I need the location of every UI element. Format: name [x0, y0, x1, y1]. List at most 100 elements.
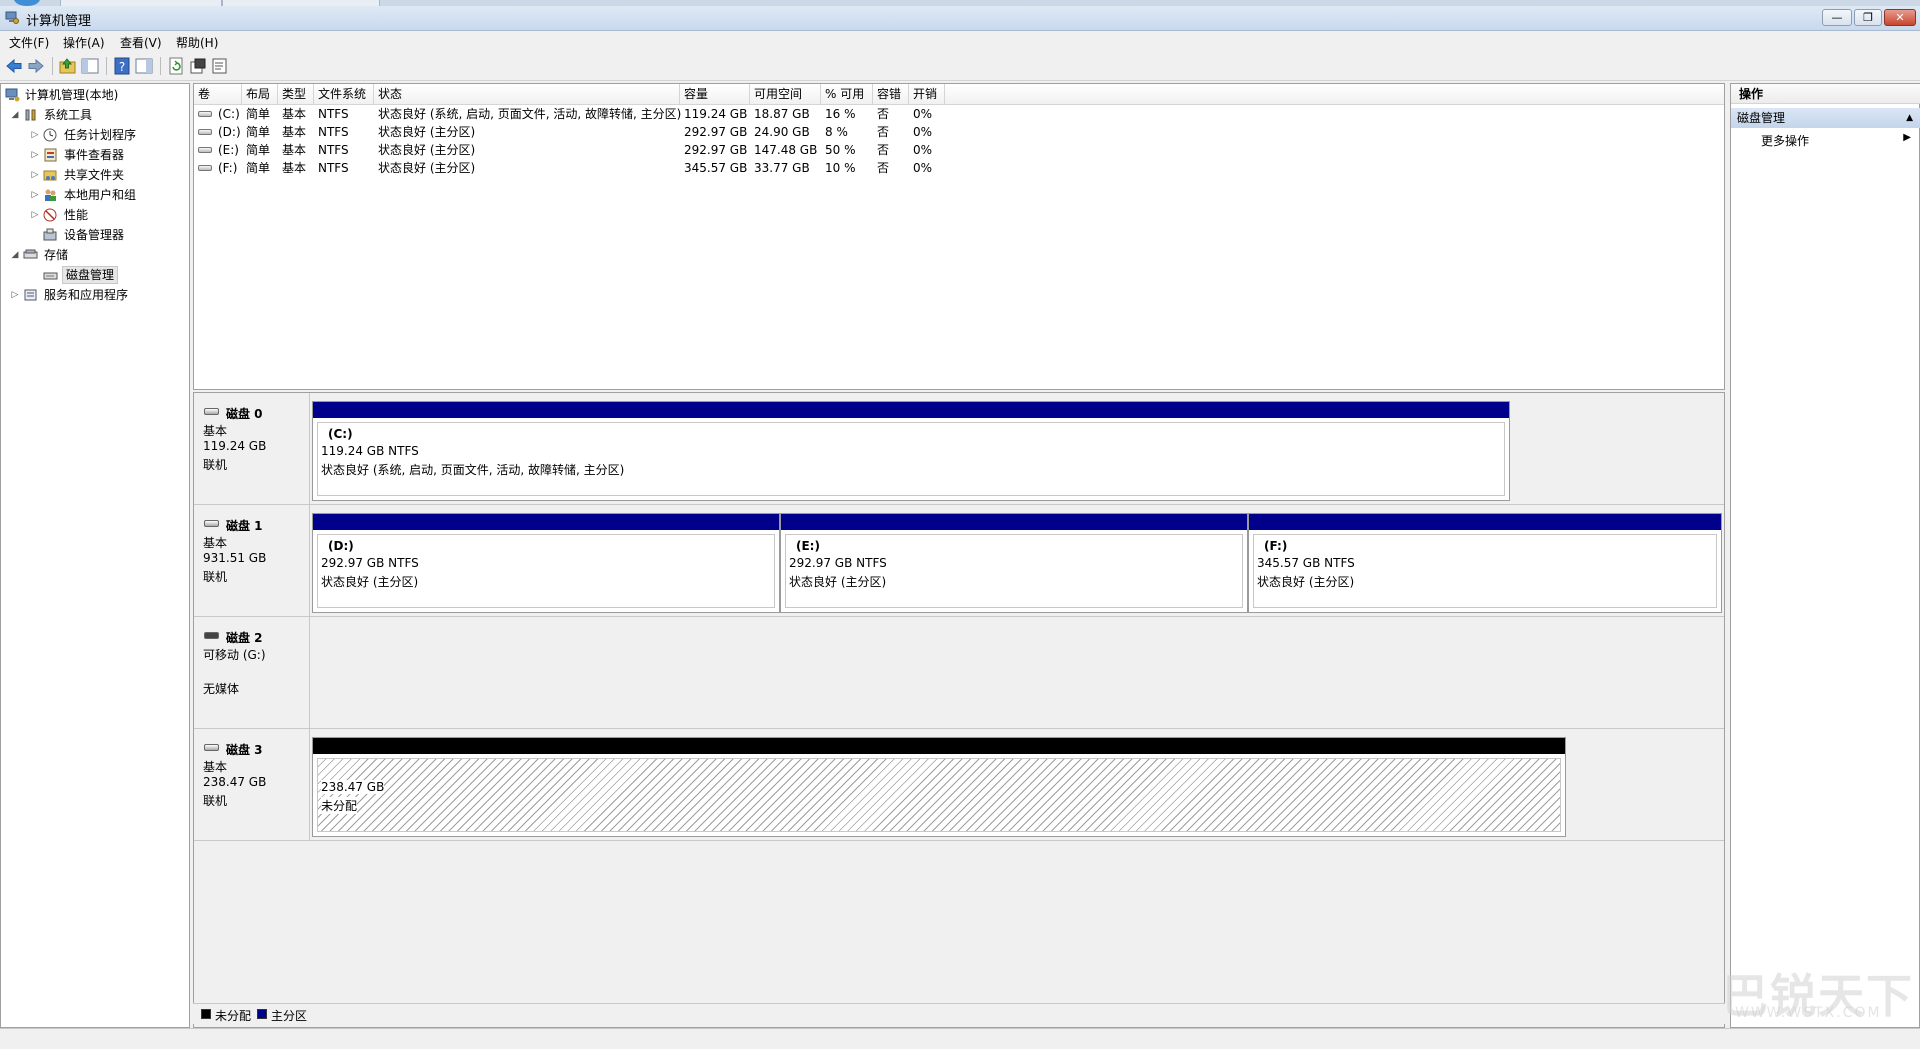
watermark-url: WWW.WSTX.COM — [1735, 1005, 1882, 1021]
more-actions-link[interactable]: 更多操作 — [1761, 132, 1809, 149]
partition-c[interactable]: (C:) 119.24 GB NTFS 状态良好 (系统, 启动, 页面文件, … — [312, 401, 1510, 501]
expand-arrow-icon[interactable]: ▷ — [30, 185, 40, 205]
up-folder-icon[interactable] — [58, 56, 78, 76]
partition-size: 238.47 GB — [321, 780, 385, 794]
disk-status: 联机 — [203, 794, 228, 808]
show-hide-tree-icon[interactable] — [80, 56, 100, 76]
disk-size: 238.47 GB — [203, 775, 267, 789]
expand-arrow-icon[interactable]: ▷ — [30, 145, 40, 165]
table-row[interactable]: (D:) 简单 基本 NTFS 状态良好 (主分区) 292.97 GB 24.… — [194, 123, 1724, 141]
menu-action[interactable]: 操作(A) — [63, 34, 105, 51]
partition-size: 292.97 GB NTFS — [321, 556, 419, 570]
cell-type: 基本 — [282, 161, 307, 175]
disk-1-label[interactable]: 磁盘 1 基本 931.51 GB 联机 — [194, 505, 310, 617]
partition-status: 未分配 — [321, 797, 358, 814]
column-header-fault-tolerance[interactable]: 容错 — [873, 84, 909, 104]
partition-status: 状态良好 (主分区) — [789, 575, 887, 589]
unallocated-space[interactable]: 238.47 GB 未分配 — [312, 737, 1566, 837]
legend-swatch-unallocated — [201, 1009, 211, 1019]
export-list-icon[interactable] — [210, 56, 230, 76]
actions-section-disk-management[interactable]: 磁盘管理 ▲ — [1731, 108, 1920, 128]
minimize-button[interactable]: — — [1822, 9, 1852, 26]
tree-item-label: 事件查看器 — [64, 148, 125, 162]
partition-status: 状态良好 (主分区) — [321, 575, 419, 589]
system-tools-icon — [25, 109, 36, 121]
disk-type: 基本 — [203, 536, 228, 550]
partition-label: (C:) — [328, 427, 353, 441]
properties-icon[interactable] — [188, 56, 208, 76]
cell-status: 状态良好 (主分区) — [378, 125, 476, 139]
tree-item-label: 系统工具 — [44, 108, 93, 122]
expand-arrow-icon[interactable]: ▷ — [10, 285, 20, 305]
cell-percent-free: 16 % — [825, 107, 856, 121]
back-icon[interactable] — [4, 56, 24, 76]
unallocated-bar — [313, 738, 1565, 754]
menu-help[interactable]: 帮助(H) — [176, 34, 218, 51]
collapse-up-icon[interactable]: ▲ — [1906, 108, 1913, 128]
cell-overhead: 0% — [913, 107, 933, 121]
cell-status: 状态良好 (系统, 启动, 页面文件, 活动, 故障转储, 主分区) — [378, 107, 682, 121]
event-viewer-icon — [44, 148, 57, 162]
tree-item-label: 性能 — [64, 208, 89, 222]
drive-icon — [198, 165, 212, 171]
column-header-free-space[interactable]: 可用空间 — [750, 84, 821, 104]
menu-bar: 文件(F) 操作(A) 查看(V) 帮助(H) — [0, 31, 1920, 52]
help-icon[interactable]: ? — [112, 56, 132, 76]
drive-icon — [198, 147, 212, 153]
partition-body: (C:) 119.24 GB NTFS 状态良好 (系统, 启动, 页面文件, … — [317, 422, 1505, 496]
tree-item-label: 任务计划程序 — [64, 128, 137, 142]
disk-name: 磁盘 1 — [226, 519, 263, 533]
cell-fault-tolerance: 否 — [877, 107, 890, 121]
tree-item-label: 共享文件夹 — [64, 168, 125, 182]
storage-icon — [23, 249, 38, 259]
menu-file[interactable]: 文件(F) — [9, 34, 49, 51]
disk-0-label[interactable]: 磁盘 0 基本 119.24 GB 联机 — [194, 393, 310, 505]
show-hide-action-icon[interactable] — [134, 56, 154, 76]
expand-arrow-icon[interactable]: ▷ — [30, 125, 40, 145]
svg-text:?: ? — [119, 60, 125, 74]
device-manager-icon — [43, 228, 57, 241]
cell-capacity: 292.97 GB — [684, 143, 748, 157]
table-row[interactable]: (C:) 简单 基本 NTFS 状态良好 (系统, 启动, 页面文件, 活动, … — [194, 105, 1724, 123]
menu-view[interactable]: 查看(V) — [120, 34, 162, 51]
window-title: 计算机管理 — [26, 14, 92, 29]
actions-header: 操作 — [1731, 84, 1920, 104]
column-header-filesystem[interactable]: 文件系统 — [314, 84, 374, 104]
table-row[interactable]: (F:) 简单 基本 NTFS 状态良好 (主分区) 345.57 GB 33.… — [194, 159, 1724, 177]
expand-arrow-icon[interactable]: ◢ — [10, 105, 20, 125]
submenu-arrow-icon[interactable]: ▶ — [1903, 132, 1911, 143]
table-row[interactable]: (E:) 简单 基本 NTFS 状态良好 (主分区) 292.97 GB 147… — [194, 141, 1724, 159]
tree-item-label: 服务和应用程序 — [44, 288, 129, 302]
partition-body: (D:) 292.97 GB NTFS 状态良好 (主分区) — [317, 534, 775, 608]
forward-icon[interactable] — [26, 56, 46, 76]
column-header-volume[interactable]: 卷 — [194, 84, 242, 104]
computer-management-icon — [5, 88, 20, 102]
cell-fault-tolerance: 否 — [877, 143, 890, 157]
cell-filesystem: NTFS — [318, 161, 349, 175]
partition-e[interactable]: (E:) 292.97 GB NTFS 状态良好 (主分区) — [780, 513, 1248, 613]
disk-type: 可移动 (G:) — [203, 648, 266, 662]
column-header-capacity[interactable]: 容量 — [680, 84, 750, 104]
partition-d[interactable]: (D:) 292.97 GB NTFS 状态良好 (主分区) — [312, 513, 780, 613]
disk-size: 119.24 GB — [203, 439, 267, 453]
partition-body: (E:) 292.97 GB NTFS 状态良好 (主分区) — [785, 534, 1243, 608]
column-header-type[interactable]: 类型 — [278, 84, 314, 104]
expand-arrow-icon[interactable]: ▷ — [30, 205, 40, 225]
expand-arrow-icon[interactable]: ◢ — [10, 245, 20, 265]
column-header-overhead[interactable]: 开销 — [909, 84, 945, 104]
computer-management-icon — [5, 11, 19, 24]
column-header-layout[interactable]: 布局 — [242, 84, 278, 104]
disk-3-label[interactable]: 磁盘 3 基本 238.47 GB 联机 — [194, 729, 310, 841]
legend-label: 未分配 — [215, 1009, 252, 1023]
legend-label: 主分区 — [271, 1009, 308, 1023]
expand-arrow-icon[interactable]: ▷ — [30, 165, 40, 185]
partition-f[interactable]: (F:) 345.57 GB NTFS 状态良好 (主分区) — [1248, 513, 1722, 613]
column-header-status[interactable]: 状态 — [374, 84, 680, 104]
column-header-percent-free[interactable]: % 可用 — [821, 84, 873, 104]
restore-button[interactable]: ❐ — [1854, 9, 1882, 26]
disk-2-label[interactable]: 磁盘 2 可移动 (G:) 无媒体 — [194, 617, 310, 729]
shared-folders-icon — [43, 170, 57, 181]
close-button[interactable]: ✕ — [1884, 9, 1916, 26]
refresh-icon[interactable] — [166, 56, 186, 76]
disk-status: 无媒体 — [203, 682, 240, 696]
